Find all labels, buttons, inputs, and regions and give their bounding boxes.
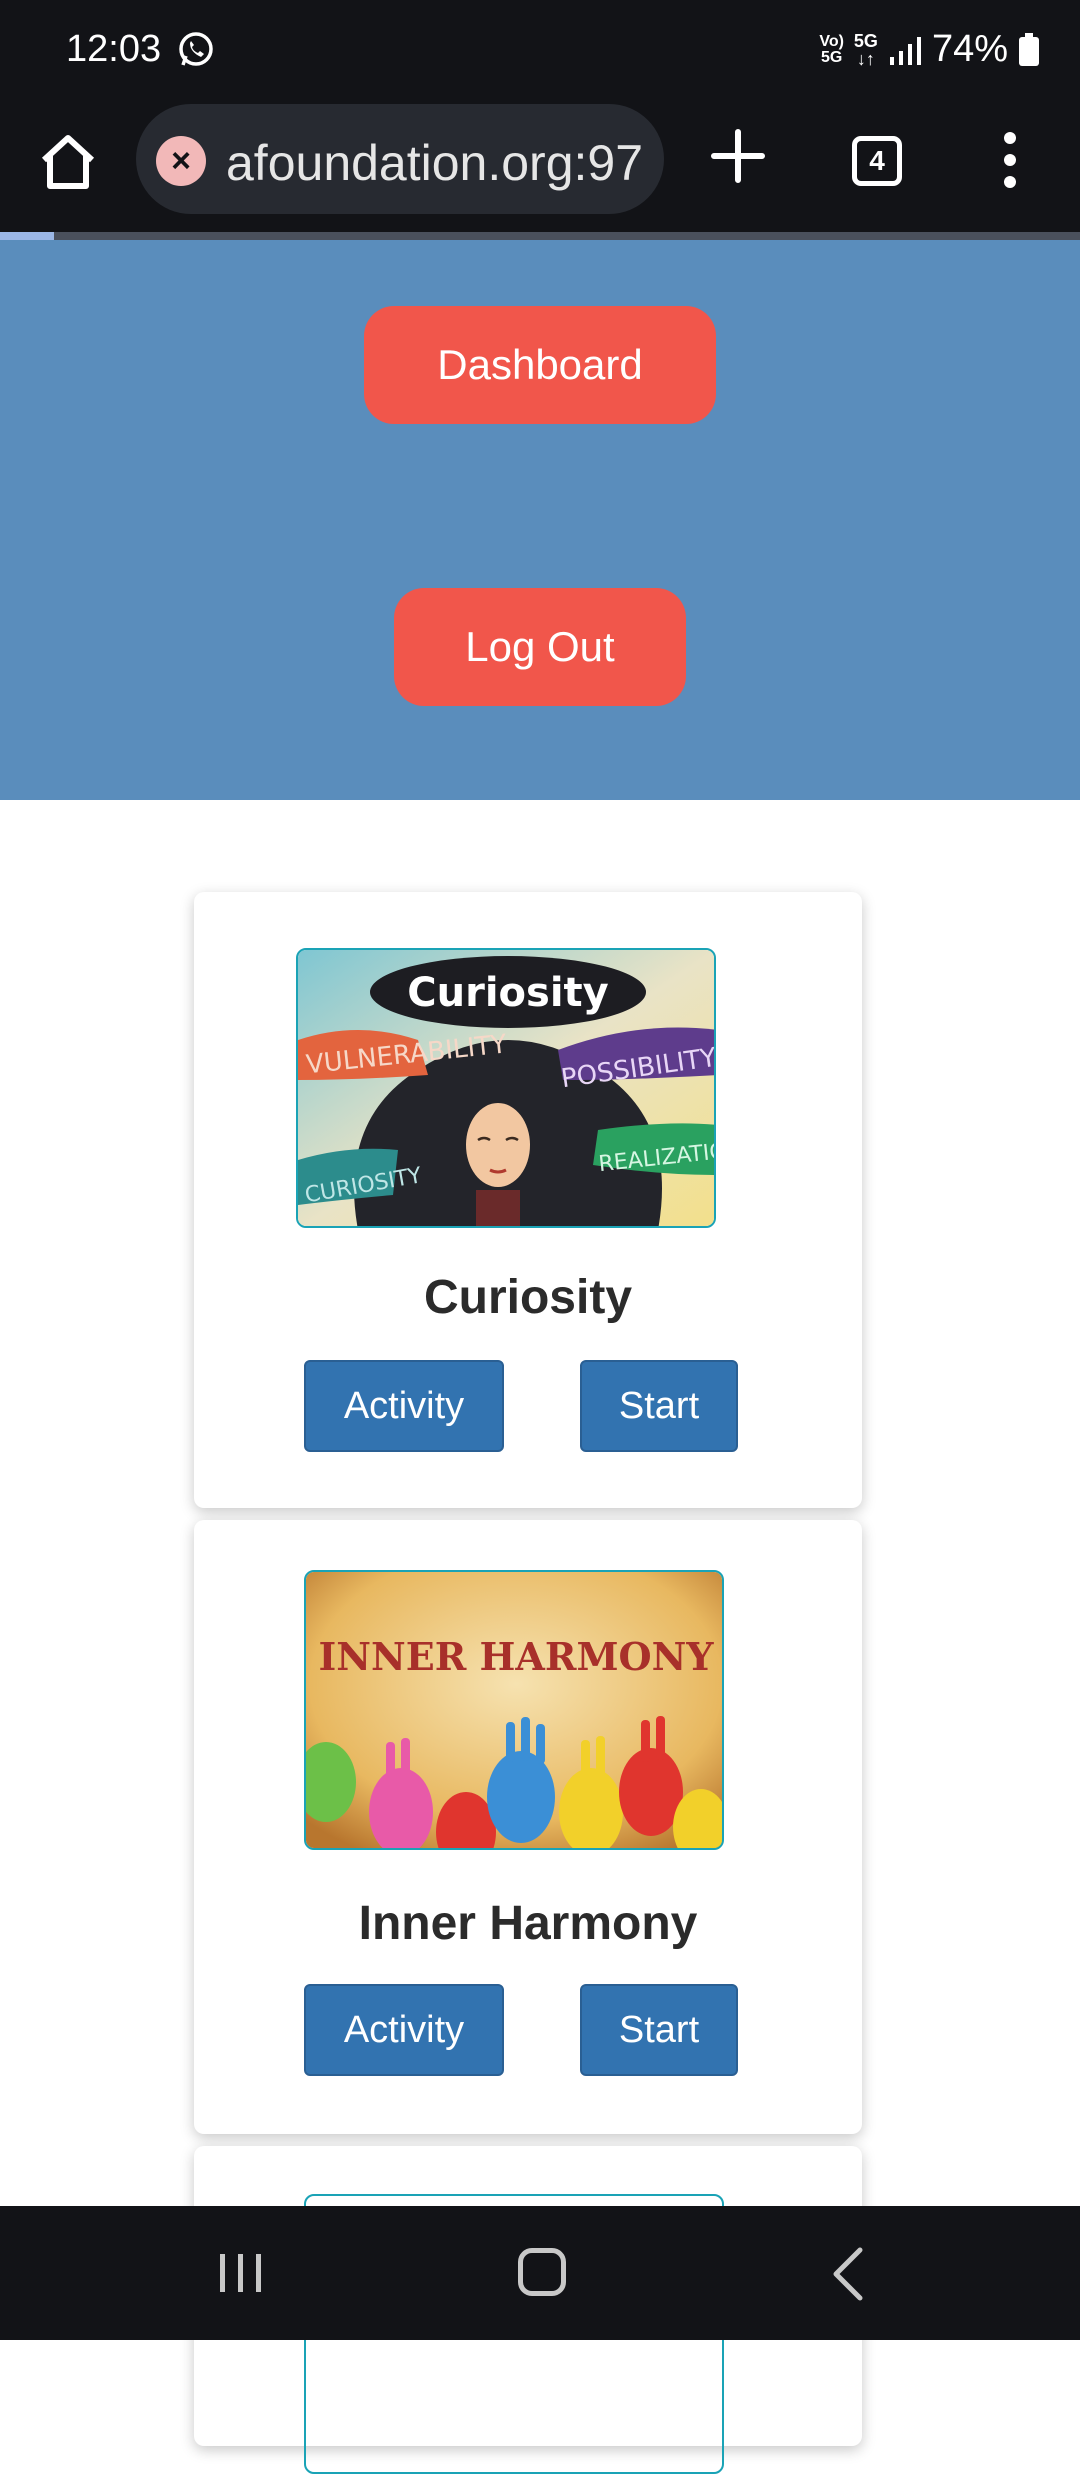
course-card-inner-harmony: INNER HARMONY Inner Harmony Activity Sta… <box>194 1520 862 2134</box>
browser-toolbar: × afoundation.org:97 4 <box>0 100 1080 232</box>
network-5g-icon: 5G ↓↑ <box>853 30 878 69</box>
new-tab-icon[interactable] <box>710 128 766 184</box>
system-navigation-bar <box>0 2206 1080 2340</box>
logout-button[interactable]: Log Out <box>394 588 686 706</box>
page-load-progress <box>0 232 1080 240</box>
page-load-progress-fill <box>0 232 54 240</box>
curiosity-image: VULNERABILITY POSSIBILITY CURIOSITY REAL… <box>296 948 716 1228</box>
signal-icon <box>889 36 921 65</box>
course-card-curiosity: VULNERABILITY POSSIBILITY CURIOSITY REAL… <box>194 892 862 1508</box>
status-time: 12:03 <box>66 28 162 70</box>
back-icon[interactable] <box>830 2246 866 2302</box>
svg-text:INNER HARMONY: INNER HARMONY <box>318 1634 714 1679</box>
activity-button[interactable]: Activity <box>304 1360 504 1452</box>
start-button[interactable]: Start <box>580 1984 738 2076</box>
url-text[interactable]: afoundation.org:97 <box>226 134 643 192</box>
svg-text:Curiosity: Curiosity <box>407 970 608 1016</box>
battery-percent: 74% <box>931 28 1008 70</box>
start-button[interactable]: Start <box>580 1360 738 1452</box>
dashboard-button[interactable]: Dashboard <box>364 306 716 424</box>
home-icon[interactable] <box>36 130 100 194</box>
address-bar[interactable]: × afoundation.org:97 <box>136 104 664 214</box>
activity-button[interactable]: Activity <box>304 1984 504 2076</box>
card-title: Curiosity <box>423 1271 633 1324</box>
tab-switcher-button[interactable]: 4 <box>852 136 902 186</box>
battery-icon <box>1019 32 1039 66</box>
whatsapp-icon <box>179 32 213 66</box>
status-indicators: Vo) 5G 5G ↓↑ 74% <box>819 28 1040 71</box>
recent-apps-icon[interactable] <box>216 2250 266 2296</box>
page-header: Dashboard Log Out <box>0 240 1080 800</box>
volte-indicator: Vo) 5G <box>819 32 844 66</box>
status-bar: 12:03 Vo) 5G 5G ↓↑ 74% <box>0 0 1080 100</box>
card-title: Inner Harmony <box>358 1897 698 1950</box>
inner-harmony-image: INNER HARMONY <box>304 1570 724 1850</box>
site-info-icon[interactable]: × <box>156 136 206 186</box>
more-options-icon[interactable] <box>996 130 1024 190</box>
home-nav-icon[interactable] <box>518 2248 566 2296</box>
